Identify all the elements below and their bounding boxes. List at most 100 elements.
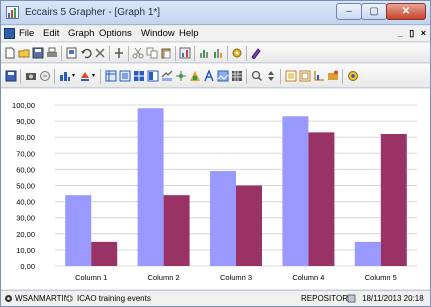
axis-icon[interactable] bbox=[313, 70, 325, 82]
bar-chart: 0,00 10,00 20,00 30,00 40,00 50,00 60,00 70,00 8… bbox=[12, 101, 417, 282]
y-tick-label: 90,00 bbox=[16, 117, 35, 126]
menu-graph[interactable]: Graph bbox=[68, 28, 94, 39]
status-datetime: 18/11/2013 20:18 bbox=[362, 294, 424, 303]
title-bar[interactable]: Eccairs 5 Grapher - [Graph 1*] – ▢ ✕ bbox=[1, 1, 430, 25]
standard-toolbar bbox=[1, 43, 430, 63]
x-tick-label: Column 4 bbox=[292, 273, 324, 282]
minimize-icon: – bbox=[346, 6, 352, 17]
table-icon[interactable] bbox=[105, 70, 117, 82]
layout-icon[interactable] bbox=[147, 70, 159, 82]
copy-icon[interactable] bbox=[146, 47, 158, 59]
link-icon[interactable] bbox=[161, 70, 173, 82]
y-tick-label: 20,00 bbox=[16, 230, 35, 239]
graph-icon[interactable] bbox=[198, 47, 210, 59]
new-icon[interactable] bbox=[4, 47, 16, 59]
dropdown-arrow-icon[interactable]: ▾ bbox=[72, 72, 75, 79]
bar-series2-5 bbox=[380, 133, 407, 266]
toolbar-separator bbox=[54, 69, 55, 84]
delete-icon[interactable] bbox=[94, 47, 106, 59]
open-icon[interactable] bbox=[18, 47, 30, 59]
maximize-icon: ▢ bbox=[369, 6, 379, 17]
menu-file[interactable]: File bbox=[19, 28, 34, 39]
text-icon[interactable] bbox=[203, 70, 215, 82]
palette-icon[interactable] bbox=[250, 47, 262, 59]
menu-options[interactable]: Options bbox=[99, 28, 132, 39]
app-window: Eccairs 5 Grapher - [Graph 1*] – ▢ ✕ Fil… bbox=[0, 0, 431, 307]
settings-icon[interactable] bbox=[231, 47, 243, 59]
toolbar-separator bbox=[246, 46, 247, 61]
zoom-icon[interactable] bbox=[251, 70, 263, 82]
status-project: ICAO training events bbox=[77, 294, 151, 303]
window-title: Eccairs 5 Grapher - [Graph 1*] bbox=[25, 7, 161, 18]
export-icon[interactable] bbox=[39, 70, 51, 82]
graph-alt-icon[interactable] bbox=[212, 47, 224, 59]
style-icon[interactable] bbox=[189, 70, 201, 82]
print-icon[interactable] bbox=[46, 47, 58, 59]
y-tick-label: 60,00 bbox=[16, 165, 35, 174]
menu-help[interactable]: Help bbox=[179, 28, 199, 39]
toolbar-separator bbox=[246, 69, 247, 84]
chart-wizard-icon[interactable] bbox=[179, 47, 191, 59]
frame2-icon[interactable] bbox=[299, 70, 311, 82]
y-tick-label: 10,00 bbox=[16, 246, 35, 255]
database-icon bbox=[347, 294, 356, 303]
camera-icon[interactable] bbox=[25, 70, 37, 82]
bar-series2-1 bbox=[91, 241, 118, 266]
status-repository: REPOSITORY bbox=[301, 294, 354, 303]
x-tick-label: Column 3 bbox=[220, 273, 252, 282]
picture-icon[interactable] bbox=[217, 70, 229, 82]
save-icon[interactable] bbox=[32, 47, 44, 59]
pin-icon[interactable] bbox=[113, 47, 125, 59]
paste-icon[interactable] bbox=[160, 47, 172, 59]
save-graph-icon[interactable] bbox=[5, 70, 17, 82]
close-icon: ✕ bbox=[401, 6, 411, 17]
x-tick-label: Column 2 bbox=[148, 273, 180, 282]
y-tick-label: 30,00 bbox=[16, 214, 35, 223]
menu-edit[interactable]: Edit bbox=[43, 28, 59, 39]
bar-series1-5 bbox=[354, 241, 381, 266]
document-icon[interactable] bbox=[4, 28, 15, 39]
list-icon[interactable] bbox=[119, 70, 131, 82]
grid2-icon[interactable] bbox=[231, 70, 243, 82]
bar-series2-4 bbox=[308, 132, 335, 266]
y-tick-label: 80,00 bbox=[16, 133, 35, 142]
minimize-button[interactable]: – bbox=[336, 3, 362, 20]
dropdown-arrow-icon[interactable]: ▾ bbox=[92, 72, 95, 79]
toolbar-separator bbox=[175, 46, 176, 61]
mdi-controls[interactable]: _ ▯ × bbox=[398, 28, 428, 39]
status-user: WSANMARTIN bbox=[15, 294, 70, 303]
y-tick-label: 50,00 bbox=[16, 182, 35, 191]
bar-series2-3 bbox=[236, 185, 262, 266]
bar-series2-2 bbox=[163, 195, 190, 266]
chart-area[interactable]: 0,00 10,00 20,00 30,00 40,00 50,00 60,00 70,00 8… bbox=[1, 89, 430, 289]
x-tick-label: Column 5 bbox=[365, 273, 397, 282]
fill-icon[interactable] bbox=[79, 70, 91, 82]
caption-buttons: – ▢ ✕ bbox=[336, 3, 426, 21]
user-icon bbox=[5, 295, 12, 302]
bar-series1-2 bbox=[137, 108, 164, 266]
grid-icon[interactable] bbox=[133, 70, 145, 82]
sort-icon[interactable] bbox=[265, 70, 277, 82]
app-chart-icon bbox=[6, 6, 19, 19]
toolbar-separator bbox=[61, 46, 62, 61]
options-icon[interactable] bbox=[327, 70, 339, 82]
bar-series1-4 bbox=[282, 116, 309, 266]
maximize-button[interactable]: ▢ bbox=[361, 3, 387, 20]
toolbar-separator bbox=[128, 46, 129, 61]
menu-window[interactable]: Window bbox=[141, 28, 175, 39]
cut-icon[interactable] bbox=[132, 47, 144, 59]
preview-icon[interactable] bbox=[66, 47, 78, 59]
toolbar-separator bbox=[109, 46, 110, 61]
frame-icon[interactable] bbox=[285, 70, 297, 82]
x-tick-label: Column 1 bbox=[75, 273, 107, 282]
bar-series1-1 bbox=[65, 195, 92, 266]
toolbar-separator bbox=[227, 46, 228, 61]
move-icon[interactable] bbox=[175, 70, 187, 82]
y-tick-label: 100,00 bbox=[12, 101, 35, 110]
undo-icon[interactable] bbox=[80, 47, 92, 59]
close-button[interactable]: ✕ bbox=[386, 3, 426, 20]
bar-chart-icon[interactable] bbox=[59, 70, 71, 82]
color-icon[interactable] bbox=[347, 70, 359, 82]
project-icon bbox=[66, 295, 73, 302]
y-tick-label: 40,00 bbox=[16, 198, 35, 207]
